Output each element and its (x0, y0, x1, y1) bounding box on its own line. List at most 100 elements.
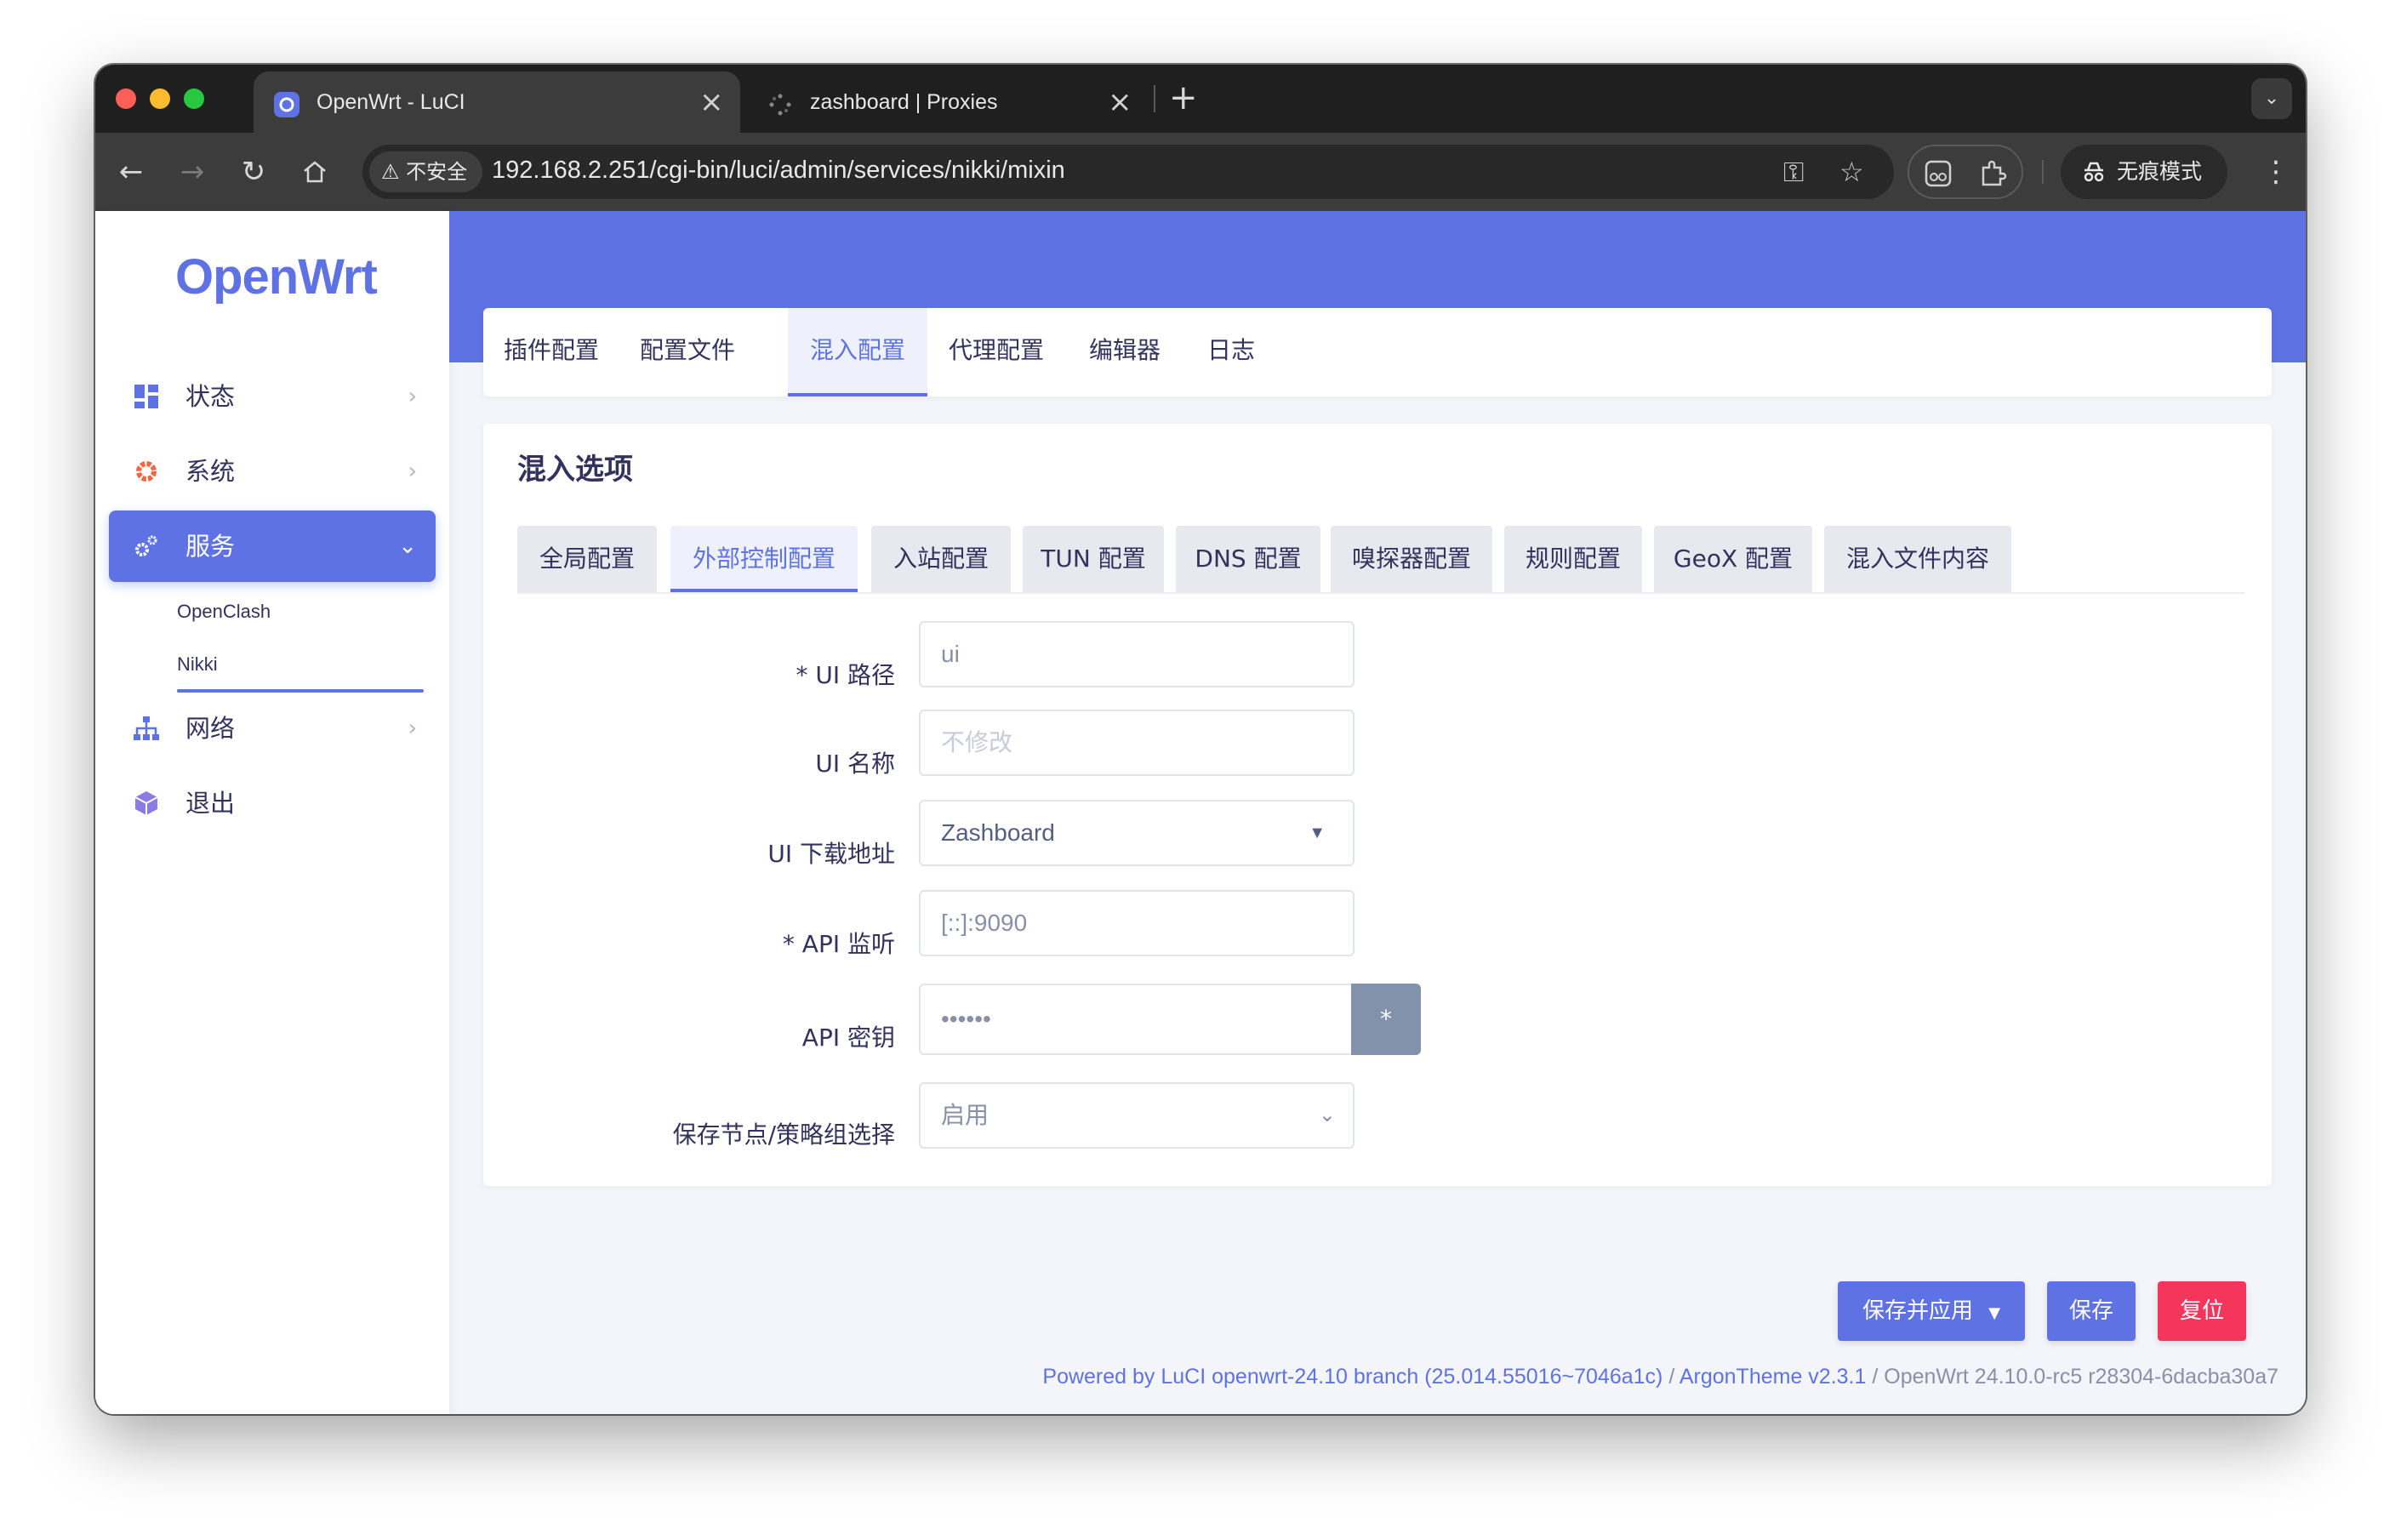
api-listen-label: * API 监听 (782, 930, 895, 958)
chevron-down-icon: ⌄ (398, 533, 417, 559)
tab-bar: OpenWrt - LuCI × zashboard | Proxies × +… (95, 65, 2306, 133)
close-tab-icon[interactable]: × (1108, 85, 1132, 119)
section-tabs-divider (517, 592, 2244, 594)
chevron-right-icon: › (408, 716, 417, 741)
ui-path-label: * UI 路径 (796, 661, 895, 689)
extensions-group (1908, 145, 2023, 199)
browser-tab-openwrt[interactable]: OpenWrt - LuCI × (254, 71, 740, 133)
sidebar-subitem-openclash[interactable]: OpenClash (177, 601, 271, 623)
tab-editor[interactable]: 编辑器 (1065, 308, 1184, 396)
ui-path-input[interactable]: ui (919, 621, 1354, 687)
api-secret-input[interactable]: •••••• (919, 984, 1354, 1055)
ui-download-url-value: Zashboard (941, 819, 1055, 846)
sidebar-item-label: 网络 (185, 714, 236, 743)
footer: Powered by LuCI openwrt-24.10 branch (25… (1042, 1365, 2278, 1389)
address-bar[interactable]: ⚠ 不安全 192.168.2.251/cgi-bin/luci/admin/s… (362, 145, 1894, 199)
sidebar-item-services[interactable]: 服务 ⌄ (109, 510, 436, 582)
footer-version: OpenWrt 24.10.0-rc5 r28304-6dacba30a7 (1884, 1365, 2278, 1389)
tab-config-file[interactable]: 配置文件 (619, 308, 756, 396)
puzzle-icon[interactable] (1976, 157, 2010, 191)
save-selection-select[interactable]: 启用 ⌄ (919, 1082, 1354, 1149)
api-secret-label: API 密钥 (801, 1024, 895, 1052)
sidebar-item-system[interactable]: 系统 › (109, 436, 436, 507)
tab-mixin-config[interactable]: 混入配置 (788, 308, 927, 396)
footer-separator: / (1866, 1365, 1885, 1389)
ui-download-url-label: UI 下载地址 (767, 840, 895, 868)
sidebar-item-network[interactable]: 网络 › (109, 693, 436, 764)
toolbar-divider (2042, 160, 2044, 184)
sidebar-item-status[interactable]: 状态 › (109, 361, 436, 432)
footer-separator: / (1662, 1365, 1680, 1389)
api-listen-input[interactable]: [::]:9090 (919, 890, 1354, 956)
key-icon[interactable]: ⚿ (1783, 155, 1804, 189)
main-content: 插件配置 配置文件 混入配置 代理配置 编辑器 日志 混入选项 全局配置 外部控… (449, 211, 2306, 1414)
browser-menu-icon[interactable]: ⋮ (2261, 151, 2290, 192)
minimize-window-button[interactable] (150, 88, 170, 109)
back-arrow-icon[interactable]: ← (111, 151, 151, 192)
browser-tab-zashboard[interactable]: zashboard | Proxies × (747, 71, 1145, 133)
security-label: 不安全 (406, 160, 468, 184)
forward-arrow-icon[interactable]: → (172, 151, 213, 192)
incognito-label: 无痕模式 (2117, 159, 2203, 184)
section-title: 混入选项 (517, 453, 633, 487)
tab-title: zashboard | Proxies (810, 90, 998, 114)
sidebar-item-label: 服务 (185, 532, 236, 561)
section-tab-geox[interactable]: GeoX 配置 (1654, 526, 1812, 592)
cogs-icon (131, 531, 162, 562)
tab-separator (1154, 85, 1155, 112)
incognito-badge[interactable]: 无痕模式 (2061, 145, 2227, 199)
section-tab-sniffer[interactable]: 嗅探器配置 (1331, 526, 1492, 592)
chevron-right-icon: › (408, 384, 417, 409)
sidebar-item-logout[interactable]: 退出 (109, 767, 436, 839)
section-tab-inbound[interactable]: 入站配置 (871, 526, 1011, 592)
section-tab-global[interactable]: 全局配置 (517, 526, 657, 592)
page-tabs: 插件配置 配置文件 混入配置 代理配置 编辑器 日志 (483, 308, 2272, 396)
save-selection-value: 启用 (941, 1102, 989, 1128)
ui-download-url-select[interactable]: Zashboard ▼ (919, 800, 1354, 866)
warning-icon: ⚠ (381, 160, 400, 184)
home-icon[interactable] (294, 151, 335, 192)
openwrt-logo[interactable]: OpenWrt (175, 248, 378, 305)
section-tab-dns[interactable]: DNS 配置 (1176, 526, 1320, 592)
caret-down-icon: ▼ (1988, 1304, 2001, 1322)
new-tab-button[interactable]: + (1169, 75, 1198, 121)
reset-button[interactable]: 复位 (2158, 1281, 2246, 1341)
save-button[interactable]: 保存 (2047, 1281, 2136, 1341)
save-apply-button[interactable]: 保存并应用 ▼ (1838, 1281, 2025, 1341)
star-icon[interactable]: ☆ (1839, 155, 1864, 189)
sidebar: OpenWrt 状态 › 系统 › 服务 ⌄ OpenClash Nikki 网… (95, 211, 449, 1414)
tab-log[interactable]: 日志 (1184, 308, 1278, 396)
url-text[interactable]: 192.168.2.251/cgi-bin/luci/admin/service… (492, 157, 1065, 185)
close-tab-icon[interactable]: × (699, 85, 724, 119)
save-apply-label: 保存并应用 (1862, 1298, 1973, 1324)
form-actions: 保存并应用 ▼ 保存 复位 (449, 1281, 2306, 1341)
tab-search-chevron-icon[interactable]: ⌄ (2251, 78, 2292, 119)
reload-icon[interactable]: ↻ (233, 151, 274, 192)
gear-icon (131, 456, 162, 487)
sidebar-item-label: 系统 (185, 457, 236, 486)
ui-name-input[interactable]: 不修改 (919, 710, 1354, 776)
maximize-window-button[interactable] (184, 88, 204, 109)
reveal-password-button[interactable]: * (1351, 984, 1421, 1055)
sidebar-item-label: 状态 (185, 382, 236, 411)
extension-glasses-icon[interactable] (1921, 157, 1955, 191)
zashboard-favicon-icon (767, 92, 793, 117)
security-chip[interactable]: ⚠ 不安全 (369, 151, 483, 192)
section-tab-mixin-file[interactable]: 混入文件内容 (1824, 526, 2011, 592)
dashboard-icon (131, 381, 162, 412)
save-selection-label: 保存节点/策略组选择 (672, 1121, 895, 1149)
footer-luci-link[interactable]: Powered by LuCI openwrt-24.10 branch (25… (1042, 1365, 1662, 1389)
chevron-right-icon: › (408, 459, 417, 484)
section-tab-external-control[interactable]: 外部控制配置 (670, 526, 858, 592)
tab-proxy-config[interactable]: 代理配置 (927, 308, 1065, 396)
sidebar-subitem-nikki[interactable]: Nikki (177, 653, 218, 676)
section-tab-tun[interactable]: TUN 配置 (1023, 526, 1164, 592)
incognito-icon (2081, 145, 2107, 204)
footer-theme-link[interactable]: ArgonTheme v2.3.1 (1680, 1365, 1867, 1389)
section-tab-rules[interactable]: 规则配置 (1504, 526, 1642, 592)
close-window-button[interactable] (116, 88, 136, 109)
network-icon (131, 713, 162, 744)
luci-page: OpenWrt 状态 › 系统 › 服务 ⌄ OpenClash Nikki 网… (95, 211, 2306, 1414)
tab-plugin-config[interactable]: 插件配置 (483, 308, 619, 396)
tab-title: OpenWrt - LuCI (317, 90, 465, 114)
